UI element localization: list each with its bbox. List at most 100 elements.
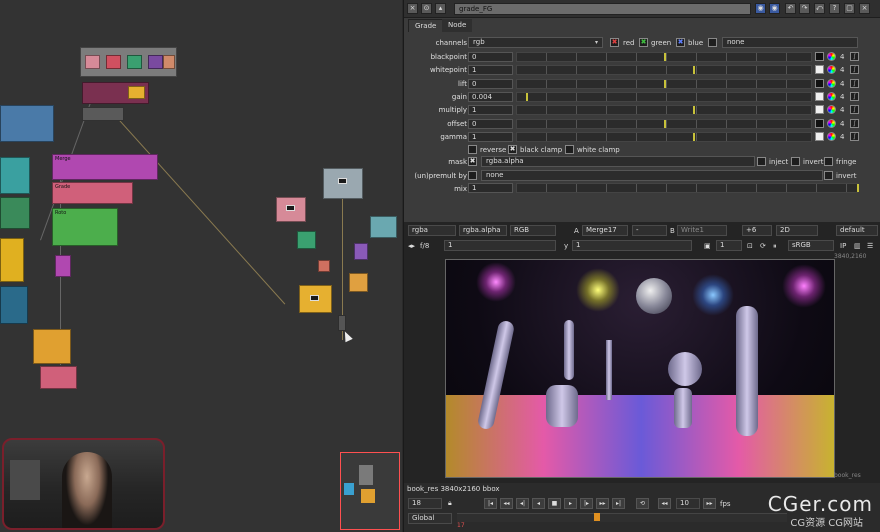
lock-icon[interactable]: 🔒︎: [448, 499, 452, 508]
node[interactable]: [55, 255, 71, 277]
undo-icon[interactable]: ↶: [785, 3, 796, 14]
timeline[interactable]: [457, 513, 787, 522]
knob-slider-handle[interactable]: [693, 106, 695, 114]
knob-slider-handle[interactable]: [693, 66, 695, 74]
knob-count[interactable]: 4: [840, 120, 844, 128]
a-input-dropdown[interactable]: Merge17: [582, 225, 628, 236]
stop-button[interactable]: ■: [548, 498, 561, 509]
curve-icon[interactable]: ∫: [850, 119, 859, 128]
ip-label[interactable]: IP: [840, 242, 846, 250]
color-wheel-icon[interactable]: [827, 92, 836, 101]
knob-count[interactable]: 4: [840, 93, 844, 101]
help-icon[interactable]: ?: [829, 3, 840, 14]
fringe-checkbox[interactable]: [824, 157, 833, 166]
prev-frame-button[interactable]: ◂|: [516, 498, 529, 509]
backdrop-node[interactable]: [33, 329, 71, 364]
node[interactable]: [318, 260, 330, 272]
curve-icon[interactable]: ∫: [850, 52, 859, 61]
backdrop-node[interactable]: [0, 286, 28, 324]
backdrop-node[interactable]: [0, 157, 30, 194]
channels-dropdown[interactable]: rgb: [468, 37, 603, 48]
backdrop-node[interactable]: [40, 366, 77, 389]
color-wheel-icon[interactable]: [827, 79, 836, 88]
node[interactable]: [127, 55, 142, 69]
premult-invert-checkbox[interactable]: [824, 171, 833, 180]
black-clamp-checkbox[interactable]: ✖: [508, 145, 517, 154]
node[interactable]: [297, 231, 316, 249]
compare-op-dropdown[interactable]: -: [632, 225, 667, 236]
histogram-icon[interactable]: ▥: [854, 242, 861, 250]
node-name-field[interactable]: grade_FG: [454, 3, 751, 15]
color-wheel-icon[interactable]: [827, 105, 836, 114]
y-field[interactable]: 1: [572, 240, 692, 251]
knob-slider[interactable]: [516, 119, 812, 129]
knob-count[interactable]: 4: [840, 66, 844, 74]
mix-field[interactable]: 1: [468, 183, 513, 193]
color-picker-icon[interactable]: ◉: [755, 3, 766, 14]
blue-checkbox[interactable]: ✖: [676, 38, 685, 47]
float-panel-icon[interactable]: ▢: [844, 3, 855, 14]
color-wheel-icon[interactable]: [827, 52, 836, 61]
premult-checkbox[interactable]: [468, 171, 477, 180]
knob-value-field[interactable]: 1: [468, 105, 513, 115]
backdrop-node[interactable]: [0, 105, 54, 142]
knob-value-field[interactable]: 0: [468, 52, 513, 62]
knob-slider-handle[interactable]: [664, 80, 666, 88]
step-back-button[interactable]: ◂◂: [658, 498, 671, 509]
b-input-dropdown[interactable]: Write1: [677, 225, 727, 236]
mask-dropdown[interactable]: rgba.alpha: [481, 156, 755, 167]
curve-icon[interactable]: ∫: [850, 92, 859, 101]
color-swatch[interactable]: [815, 92, 824, 101]
node[interactable]: [82, 107, 124, 121]
white-clamp-checkbox[interactable]: [565, 145, 574, 154]
backdrop-node[interactable]: [0, 238, 24, 282]
redo-icon[interactable]: ↷: [799, 3, 810, 14]
red-checkbox[interactable]: ✖: [610, 38, 619, 47]
next-keyframe-button[interactable]: ▸▸: [596, 498, 609, 509]
channel-dropdown[interactable]: rgba.alpha: [459, 225, 507, 236]
fps-field[interactable]: 10: [676, 498, 700, 509]
loop-button[interactable]: ⟲: [636, 498, 649, 509]
color-swatch[interactable]: [815, 65, 824, 74]
node[interactable]: [338, 315, 346, 331]
knob-slider-handle[interactable]: [526, 93, 528, 101]
color-swatch[interactable]: [815, 105, 824, 114]
knob-slider-handle[interactable]: [693, 133, 695, 141]
colorspace-dropdown[interactable]: RGB: [510, 225, 556, 236]
color-wheel-icon[interactable]: [827, 132, 836, 141]
curve-icon[interactable]: ∫: [850, 79, 859, 88]
display-dropdown[interactable]: sRGB: [788, 240, 834, 251]
next-frame-button[interactable]: |▸: [580, 498, 593, 509]
node[interactable]: [163, 55, 175, 69]
extra-channel-checkbox[interactable]: [708, 38, 717, 47]
close-panel-icon[interactable]: ×: [859, 3, 870, 14]
fstop-arrows-icon[interactable]: ◂▸: [408, 242, 415, 250]
knob-value-field[interactable]: 1: [468, 65, 513, 75]
play-forward-button[interactable]: ▸: [564, 498, 577, 509]
gain-dropdown[interactable]: +6: [742, 225, 772, 236]
lut-dropdown[interactable]: default: [836, 225, 878, 236]
refresh-icon[interactable]: ⟳: [760, 242, 766, 250]
knob-slider[interactable]: [516, 79, 812, 89]
revert-icon[interactable]: ⤺: [814, 3, 825, 14]
color-swatch[interactable]: [815, 52, 824, 61]
knob-slider[interactable]: [516, 52, 812, 62]
knob-slider-handle[interactable]: [664, 120, 666, 128]
knob-value-field[interactable]: 0: [468, 79, 513, 89]
premult-dropdown[interactable]: none: [481, 170, 823, 181]
roi-icon[interactable]: ⊡: [747, 242, 753, 250]
current-frame-field[interactable]: 18: [408, 498, 442, 509]
mask-checkbox[interactable]: ✖: [468, 157, 477, 166]
viewer-image[interactable]: [445, 259, 835, 478]
mix-slider[interactable]: [516, 183, 859, 193]
first-frame-button[interactable]: |◂: [484, 498, 497, 509]
knob-count[interactable]: 4: [840, 106, 844, 114]
knob-value-field[interactable]: 0.004: [468, 92, 513, 102]
curve-icon[interactable]: ∫: [850, 105, 859, 114]
color-swatch-icon[interactable]: ◉: [769, 3, 780, 14]
curve-icon[interactable]: ∫: [850, 65, 859, 74]
frame-field[interactable]: 1: [444, 240, 556, 251]
green-checkbox[interactable]: ✖: [639, 38, 648, 47]
graph-minimap[interactable]: [340, 452, 400, 530]
knob-count[interactable]: 4: [840, 133, 844, 141]
